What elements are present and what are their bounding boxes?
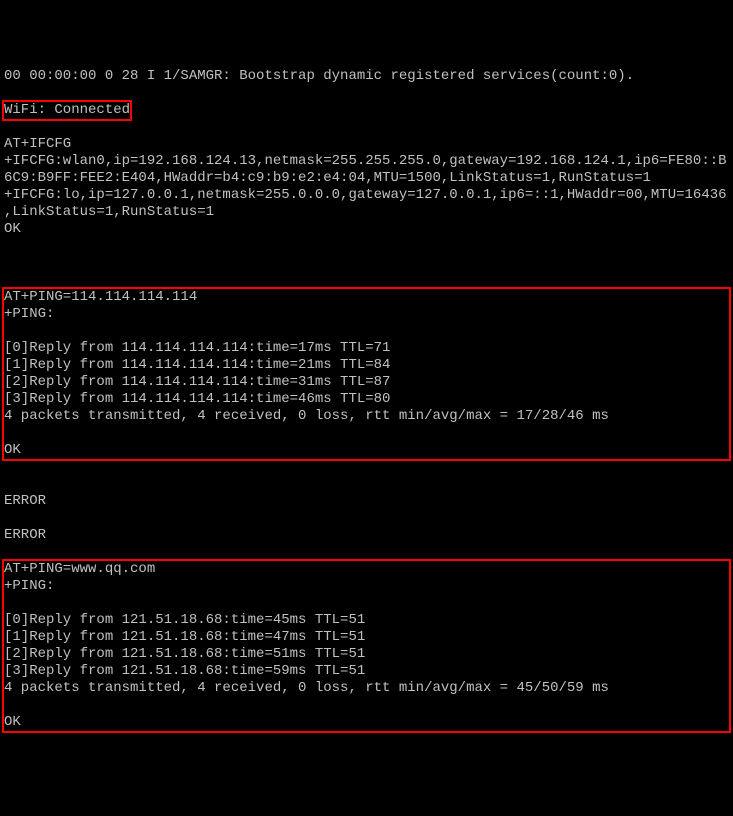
terminal-line: [1]Reply from 114.114.114.114:time=21ms …: [4, 357, 729, 374]
terminal-line: OK: [4, 221, 729, 238]
terminal-line: 4 packets transmitted, 4 received, 0 los…: [4, 680, 729, 697]
terminal-line: [4, 595, 729, 612]
terminal-line: [4, 510, 729, 527]
terminal-line: [4, 323, 729, 340]
ping-block-2: AT+PING=www.qq.com+PING: [0]Reply from 1…: [2, 559, 731, 733]
terminal-line: +IFCFG:lo,ip=127.0.0.1,netmask=255.0.0.0…: [4, 187, 729, 204]
terminal-line: AT+PING=www.qq.com: [4, 561, 729, 578]
terminal-line: [2]Reply from 114.114.114.114:time=31ms …: [4, 374, 729, 391]
blank-line: [4, 255, 729, 272]
terminal-line: [0]Reply from 121.51.18.68:time=45ms TTL…: [4, 612, 729, 629]
terminal-line: OK: [4, 442, 729, 459]
mid-block: ERROR ERROR: [4, 476, 729, 544]
terminal-line: +PING:: [4, 578, 729, 595]
terminal-line: [0]Reply from 114.114.114.114:time=17ms …: [4, 340, 729, 357]
ping-block-1: AT+PING=114.114.114.114+PING: [0]Reply f…: [2, 287, 731, 461]
terminal-line: [4, 697, 729, 714]
terminal-line: [3]Reply from 114.114.114.114:time=46ms …: [4, 391, 729, 408]
terminal-line: +IFCFG:wlan0,ip=192.168.124.13,netmask=2…: [4, 153, 729, 170]
terminal-line: [1]Reply from 121.51.18.68:time=47ms TTL…: [4, 629, 729, 646]
terminal-line: 6C9:B9FF:FEE2:E404,HWaddr=b4:c9:b9:e2:e4…: [4, 170, 729, 187]
terminal-line: OK: [4, 714, 729, 731]
wifi-status-highlight: WiFi: Connected: [2, 100, 132, 121]
terminal-line: [2]Reply from 121.51.18.68:time=51ms TTL…: [4, 646, 729, 663]
terminal-line: +PING:: [4, 306, 729, 323]
terminal-line: ERROR: [4, 527, 729, 544]
terminal-line: ERROR: [4, 493, 729, 510]
terminal-line: AT+IFCFG: [4, 136, 729, 153]
terminal-line: [4, 425, 729, 442]
terminal-line: 4 packets transmitted, 4 received, 0 los…: [4, 408, 729, 425]
terminal-line: ,LinkStatus=1,RunStatus=1: [4, 204, 729, 221]
terminal-line: AT+PING=114.114.114.114: [4, 289, 729, 306]
terminal-line: [3]Reply from 121.51.18.68:time=59ms TTL…: [4, 663, 729, 680]
log-line: 00 00:00:00 0 28 I 1/SAMGR: Bootstrap dy…: [4, 68, 729, 85]
ifcfg-block: AT+IFCFG+IFCFG:wlan0,ip=192.168.124.13,n…: [4, 136, 729, 238]
wifi-status-line: WiFi: Connected: [4, 102, 729, 119]
terminal-line: [4, 476, 729, 493]
